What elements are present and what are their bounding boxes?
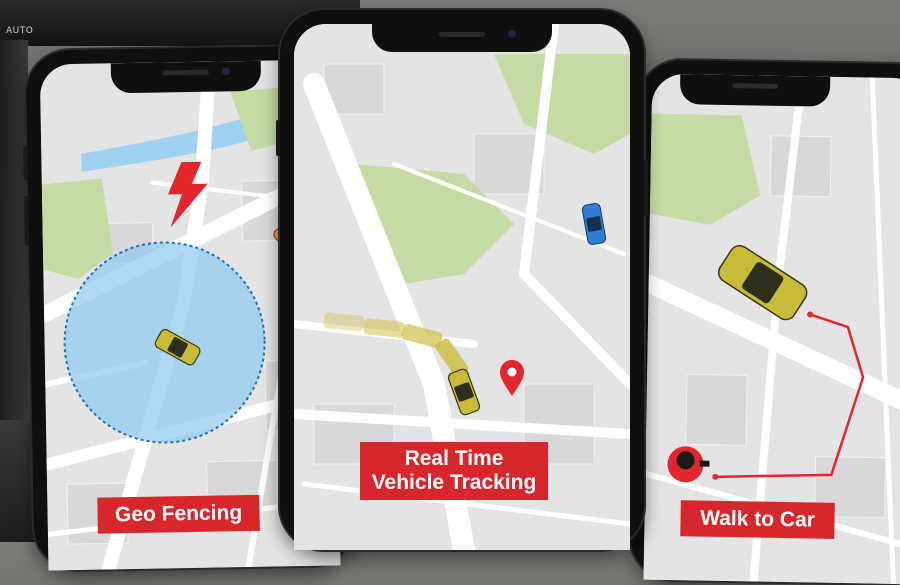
- phone-notch: [372, 24, 552, 52]
- geo-fencing-text: Geo Fencing: [114, 501, 243, 527]
- walk-to-car-label: Walk to Car: [680, 500, 835, 539]
- speaker-grille: [162, 69, 209, 76]
- phone-walk-to-car: Walk to Car: [629, 59, 900, 585]
- vehicle-tracking-line1: Real Time: [404, 447, 504, 470]
- phone-side-button: [644, 160, 648, 216]
- phone-notch: [680, 74, 831, 107]
- front-camera: [508, 30, 516, 38]
- speaker-grille: [732, 83, 779, 89]
- vehicle-tracking-line2: Vehicle Tracking: [371, 471, 537, 494]
- speaker-grille: [439, 32, 485, 37]
- front-camera: [221, 67, 230, 76]
- geo-fencing-label: Geo Fencing: [97, 494, 260, 534]
- walk-to-car-text: Walk to Car: [699, 506, 816, 532]
- phone-vehicle-tracking: Real Time Vehicle Tracking: [276, 10, 648, 550]
- phone-side-button: [276, 120, 280, 156]
- phone-notch: [110, 60, 262, 94]
- phone-side-button: [24, 195, 29, 246]
- auto-indicator-label: AUTO: [6, 26, 34, 36]
- vehicle-tracking-label: Real Time Vehicle Tracking: [360, 442, 548, 500]
- phone-side-button: [23, 145, 28, 180]
